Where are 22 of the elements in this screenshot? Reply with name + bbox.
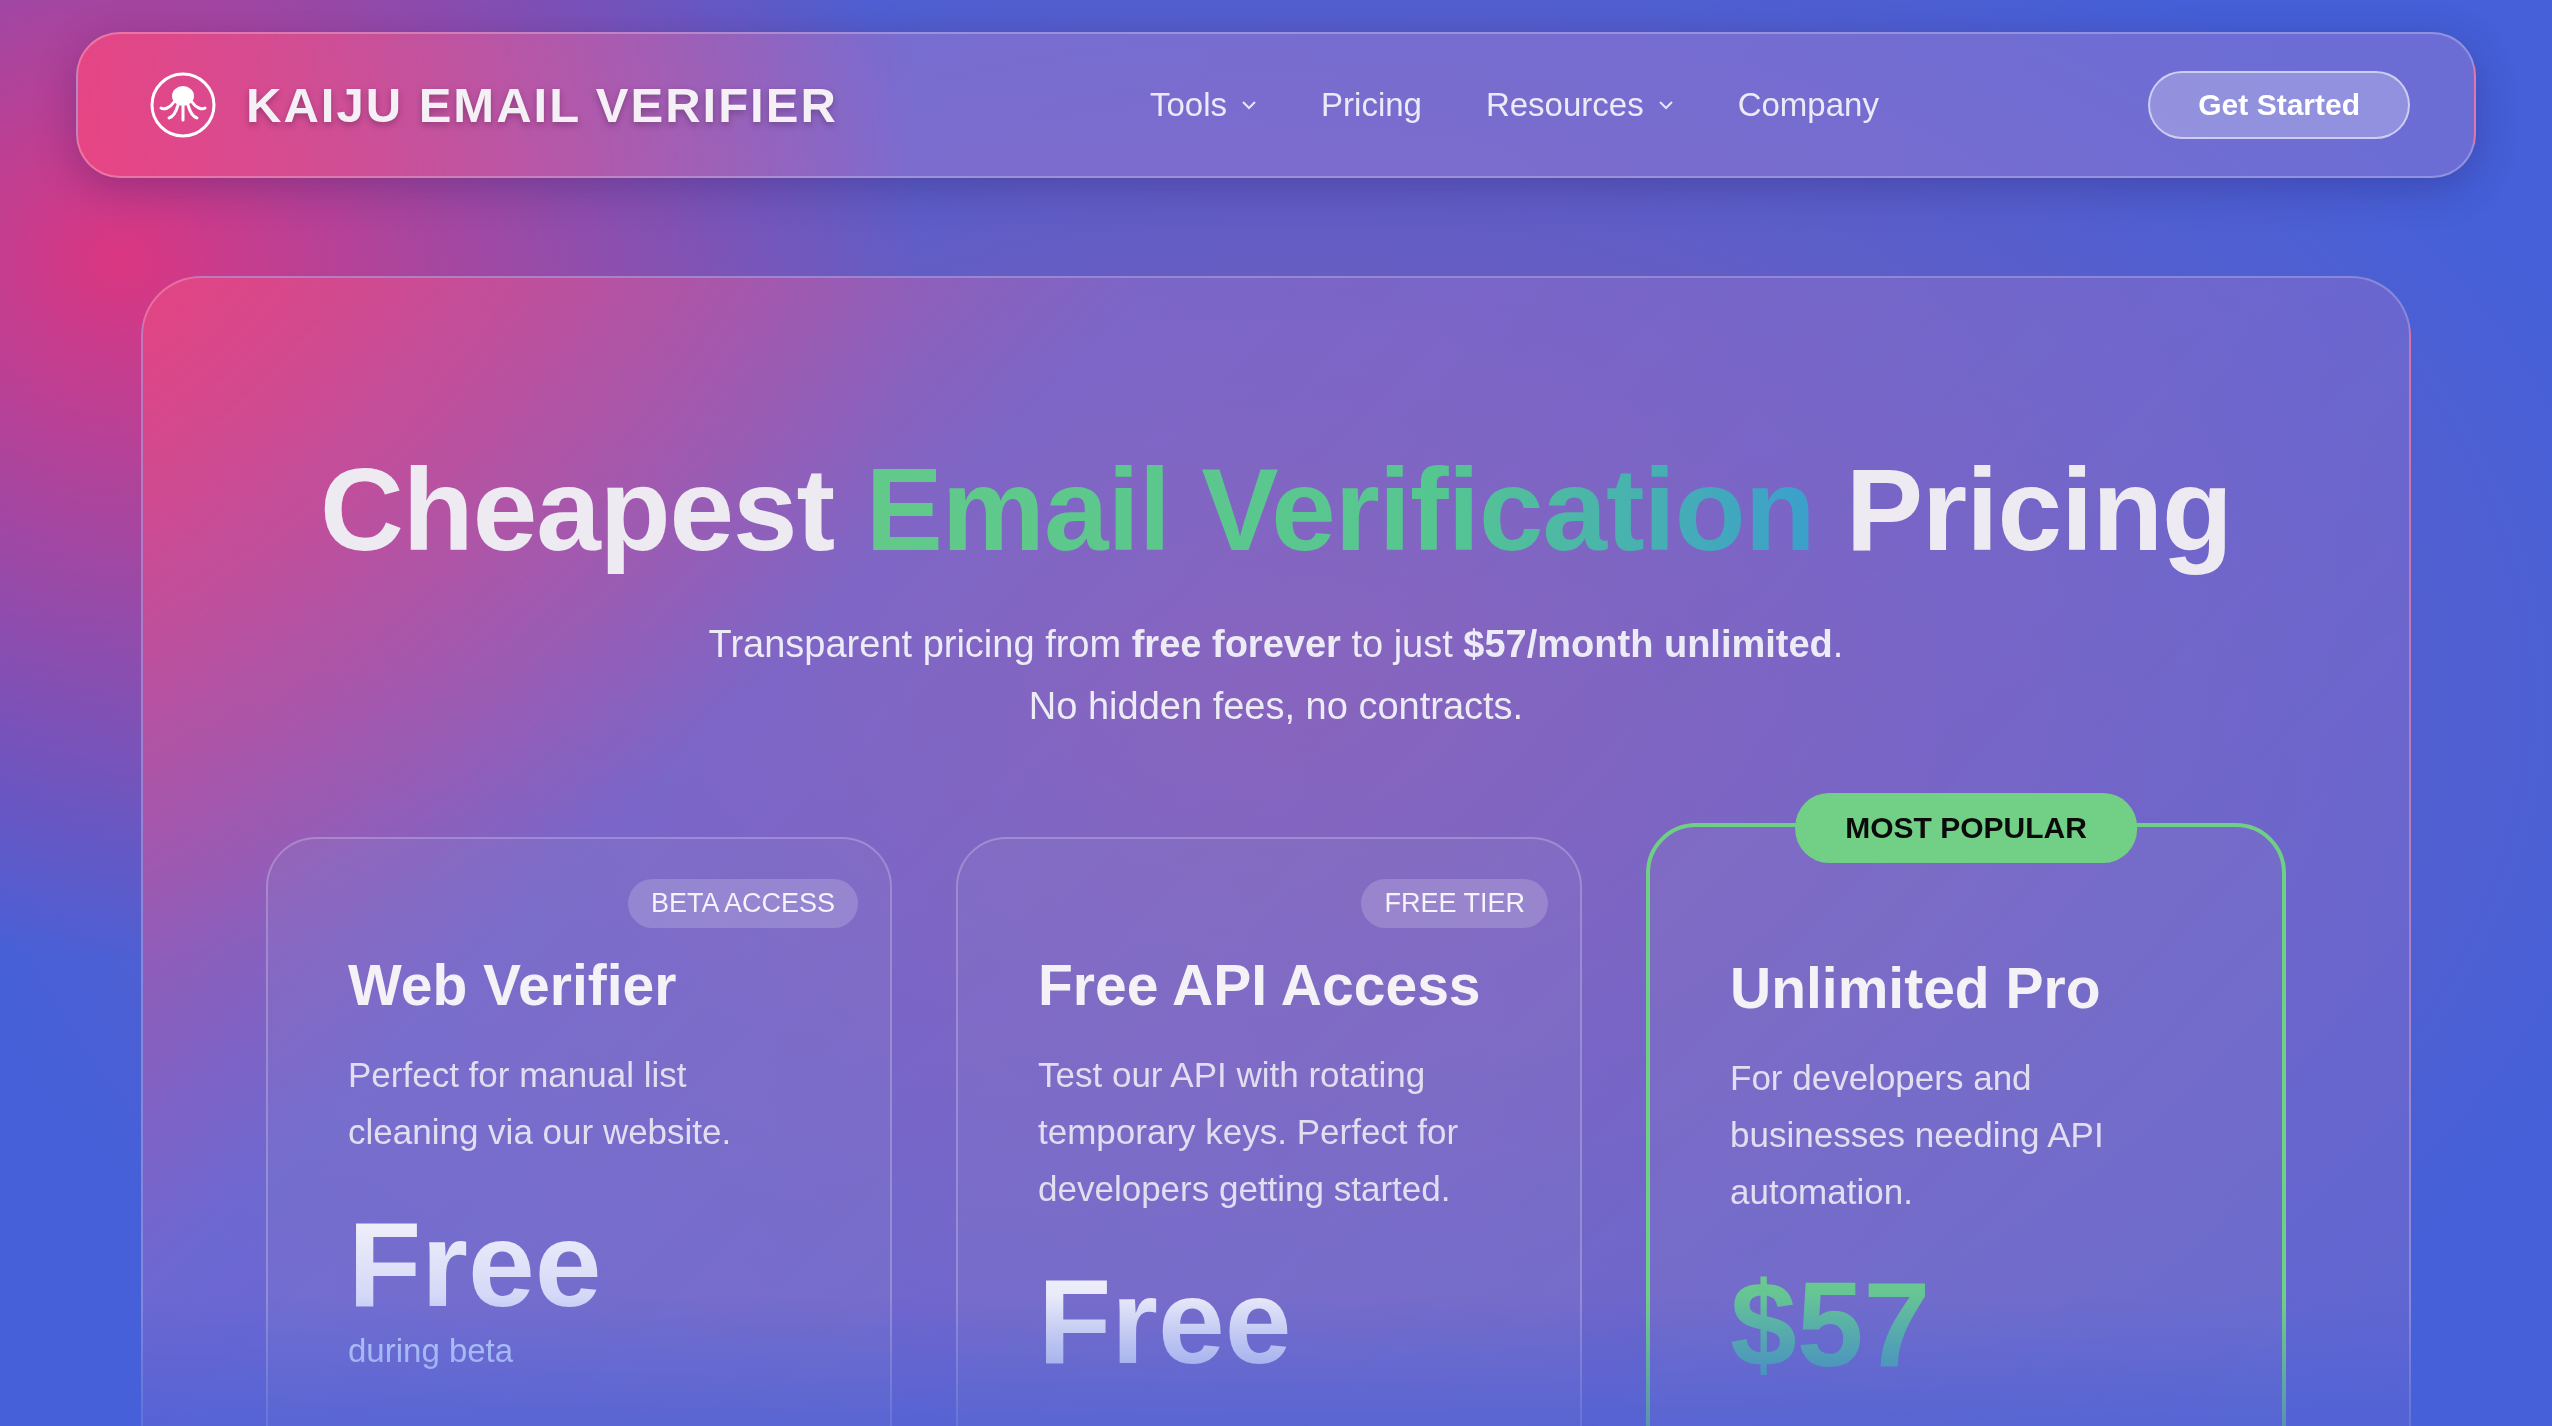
page-headline: Cheapest Email Verification Pricing [320,444,2232,577]
subtitle-text: Transparent pricing from free forever to just $57/month unlimited. [708,622,1844,667]
nav-link[interactable]: Tools [1150,86,1258,124]
plan-title: Web Verifier [348,952,678,1018]
get-started-button[interactable]: Get Started [2148,71,2410,139]
plan-badge: MOST POPULAR [1795,793,2137,863]
price-note: during beta [348,1332,515,1370]
nav-link[interactable]: Company [1737,86,1879,124]
plan-title: Free API Access [1038,952,1482,1018]
plan-badge: FREE TIER [1361,879,1548,928]
plan-description: Test our API with rotating temporary keys. Perfect for developers getting started. [1038,1054,1460,1210]
plan-description: Perfect for manual list cleaning via our website. [348,1054,733,1153]
chevron-down-icon [1657,100,1674,110]
brand-name[interactable]: KAIJU EMAIL VERIFIER [246,77,838,133]
plan-badge: BETA ACCESS [627,879,858,928]
subtitle-text: No hidden fees, no contracts. [1028,684,1524,729]
nav-link[interactable]: Pricing [1321,86,1422,124]
plan-title: Unlimited Pro [1730,955,2102,1021]
octopus-logo-icon [150,72,216,138]
nav-link[interactable]: Resources [1485,86,1674,124]
plan-description: For developers and businesses needing API automation. [1730,1057,2105,1213]
chevron-down-icon [1241,100,1258,110]
